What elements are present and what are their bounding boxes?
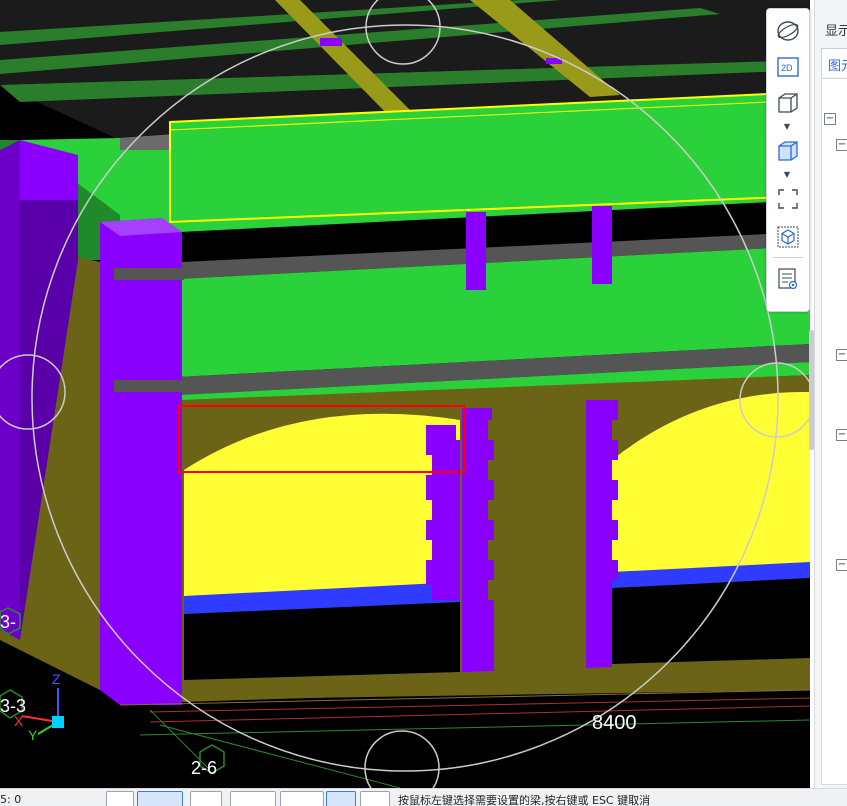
mid-column [466,212,486,290]
display-settings-icon[interactable] [776,267,800,291]
snap-offset-button[interactable] [280,791,324,806]
tree-collapse-toggle[interactable]: − [836,429,847,441]
right-void [612,578,810,664]
axis-line-red [149,697,810,713]
snap-line-button[interactable] [360,791,390,806]
tab-elements-label: 图元 [828,59,847,74]
tree-collapse-toggle[interactable]: − [836,559,847,571]
tab-elements[interactable]: 图元 [821,48,847,77]
svg-text:Y: Y [28,727,38,743]
mid-column [592,206,612,284]
center-pier [490,405,588,685]
properties-panel: 显示 图元 − − − − − [814,0,847,788]
axis-tag-3-3: 3-3 [0,696,27,716]
panel-header: 显示 [825,24,847,39]
snap-point-button[interactable] [326,791,356,806]
snap-orthogonal-button[interactable] [106,791,134,806]
front-purple-column [100,218,182,705]
status-bar: 5: 0 按鼠标左键选择需要设置的梁,按右键或 ESC 键取消 [0,788,847,806]
snap-angle-button[interactable] [230,791,276,806]
snap-polyline-button[interactable] [137,791,183,806]
dimension-label: 8400 [592,712,637,734]
left-void [184,602,460,680]
view-toolbar: 2D ▼ ▼ [766,8,810,312]
region-select-icon[interactable] [776,187,800,211]
toolbar-divider [773,257,803,258]
solid-box-icon[interactable] [776,139,800,163]
left-purple-column [0,140,20,640]
tree-collapse-toggle[interactable]: − [824,113,836,125]
axis-tag-2-6: 2-6 [191,758,218,778]
element-tree: − − − − − [821,78,847,785]
3d-box-icon[interactable] [776,91,800,115]
status-hint: 按鼠标左键选择需要设置的梁,按右键或 ESC 键取消 [398,794,651,806]
tree-collapse-toggle[interactable]: − [836,349,847,361]
2d-view-icon[interactable]: 2D [776,55,800,79]
snap-cross-button[interactable] [190,791,222,806]
chevron-down-icon[interactable]: ▼ [782,123,792,131]
status-coordinate: 5: 0 [0,793,22,806]
3d-viewport[interactable]: Z X Y 8400 3-3 2-6 3- [0,0,810,788]
axis-tag-3: 3- [0,612,17,632]
chevron-down-icon[interactable]: ▼ [782,171,792,179]
orbit-handle-bottom[interactable] [364,730,440,788]
3d-scene: Z X Y [0,0,810,788]
view-cube-icon[interactable] [776,225,800,249]
top-column-cap [320,38,342,46]
orbit-icon[interactable] [776,19,800,43]
svg-text:2D: 2D [781,63,793,73]
svg-text:Z: Z [52,671,61,687]
tree-collapse-toggle[interactable]: − [836,139,847,151]
